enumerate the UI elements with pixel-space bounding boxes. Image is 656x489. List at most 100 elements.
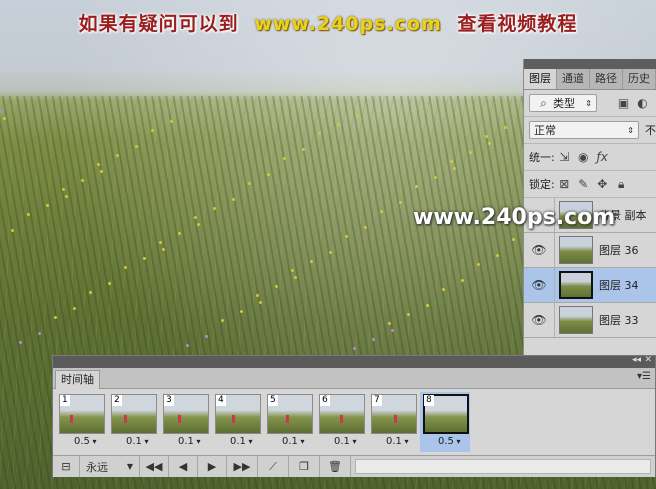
flower (345, 235, 348, 238)
animation-frame[interactable]: 6 0.1 (316, 392, 366, 452)
flower (116, 154, 119, 157)
layer-row[interactable]: 👁︎ 图层 36 (524, 233, 656, 268)
flower (399, 201, 402, 204)
layer-name: 图层 34 (599, 279, 639, 292)
flower (450, 160, 453, 163)
flower (108, 282, 111, 285)
search-icon: ⌕ (540, 95, 547, 110)
flower (162, 248, 165, 251)
flower (337, 123, 340, 126)
flower (186, 344, 189, 347)
filter-kind-select[interactable]: ⌕ 类型 ⇕ (529, 94, 597, 112)
unify-position-icon[interactable]: ⇲ (558, 150, 571, 164)
previous-frame-button[interactable]: ◀ (169, 456, 198, 477)
figure-in-thumbnail (340, 415, 343, 423)
flower (213, 207, 216, 210)
blend-mode-select[interactable]: 正常 ⇕ (529, 121, 639, 139)
frame-delay-select[interactable]: 0.1 (386, 436, 408, 447)
flower (19, 341, 22, 344)
animation-frame[interactable]: 3 0.1 (160, 392, 210, 452)
flower (124, 266, 127, 269)
timeline-grip[interactable]: ◂◂ ✕ (53, 355, 655, 368)
animation-frame[interactable]: 2 0.1 (108, 392, 158, 452)
play-button[interactable]: ▶ (198, 456, 227, 477)
frame-number: 3 (164, 395, 174, 406)
tab-layers[interactable]: 图层 (524, 69, 557, 89)
tab-channels[interactable]: 通道 (557, 69, 590, 89)
lock-all-icon[interactable]: 🔒︎ (615, 177, 628, 191)
layer-row-selected[interactable]: 👁︎ 图层 34 (524, 268, 656, 303)
layer-row[interactable]: 👁︎ 图层 33 (524, 303, 656, 338)
site-watermark: www.240ps.com (413, 205, 616, 230)
delete-frame-button[interactable]: 🗑︎ (320, 456, 351, 477)
layer-thumbnail (559, 306, 593, 334)
convert-timeline-icon[interactable]: ⊟ (53, 456, 80, 477)
timeline-scrollbar[interactable] (355, 459, 651, 474)
adjustment-filter-icon[interactable]: ◐ (636, 96, 649, 110)
flower (415, 185, 418, 188)
animation-frame[interactable]: 4 0.1 (212, 392, 262, 452)
frame-number: 2 (112, 395, 122, 406)
unify-style-icon[interactable]: ƒx (596, 150, 609, 164)
layer-name: 图层 33 (599, 314, 639, 327)
frame-delay-select[interactable]: 0.5 (438, 436, 460, 447)
frame-delay-select[interactable]: 0.1 (178, 436, 200, 447)
flower (504, 126, 507, 129)
flower (469, 151, 472, 154)
unify-visibility-icon[interactable]: ◉ (577, 150, 590, 164)
flower (159, 241, 162, 244)
frame-delay-select[interactable]: 0.1 (126, 436, 148, 447)
flower (38, 332, 41, 335)
tween-button[interactable]: ⟋ (258, 456, 289, 477)
collapse-icon[interactable]: ◂◂ (632, 355, 641, 365)
duplicate-frame-button[interactable]: ❐ (289, 456, 320, 477)
close-icon[interactable]: ✕ (644, 355, 652, 365)
figure-in-thumbnail (124, 415, 127, 423)
flower (46, 204, 49, 207)
flower (318, 132, 321, 135)
opacity-label: 不 (645, 124, 656, 137)
figure-in-thumbnail (232, 415, 235, 423)
next-frame-button[interactable]: ▶▶ (227, 456, 258, 477)
animation-frame[interactable]: 1 0.5 (56, 392, 106, 452)
timeline-controls: ⊟ 永远 ▼ ◀◀ ◀ ▶ ▶▶ ⟋ ❐ 🗑︎ (53, 455, 655, 477)
unify-row: 统一: ⇲ ◉ ƒx (524, 144, 656, 171)
flower (496, 254, 499, 257)
tab-timeline[interactable]: 时间轴 (55, 370, 100, 389)
flower (434, 176, 437, 179)
first-frame-button[interactable]: ◀◀ (140, 456, 169, 477)
tab-history[interactable]: 历史 (623, 69, 656, 89)
eye-icon[interactable]: 👁︎ (524, 303, 555, 337)
stepper-icon: ⇕ (585, 98, 592, 108)
eye-icon[interactable]: 👁︎ (524, 268, 555, 302)
tab-paths[interactable]: 路径 (590, 69, 623, 89)
layers-panel-grip[interactable] (524, 59, 656, 69)
lock-move-icon[interactable]: ✥ (596, 177, 609, 191)
animation-frame-selected[interactable]: 8 0.5 (420, 392, 470, 452)
image-filter-icon[interactable]: ▣ (617, 96, 630, 110)
frame-delay-select[interactable]: 0.1 (282, 436, 304, 447)
flower (488, 142, 491, 145)
flower (310, 260, 313, 263)
lock-paint-icon[interactable]: ✎ (577, 177, 590, 191)
flower (485, 135, 488, 138)
flower (294, 276, 297, 279)
figure-in-thumbnail (394, 415, 397, 423)
eye-icon[interactable]: 👁︎ (524, 233, 555, 267)
flower (275, 285, 278, 288)
panel-menu-icon[interactable]: ▾☰ (637, 371, 651, 382)
frame-delay-select[interactable]: 0.1 (230, 436, 252, 447)
animation-frame[interactable]: 5 0.1 (264, 392, 314, 452)
layers-panel-tabs: 图层 通道 路径 历史 (524, 69, 656, 90)
animation-frame[interactable]: 7 0.1 (368, 392, 418, 452)
loop-value: 永远 (86, 460, 108, 474)
frame-delay-select[interactable]: 0.1 (334, 436, 356, 447)
loop-select[interactable]: 永远 ▼ (80, 456, 140, 477)
flower (364, 226, 367, 229)
flower (97, 163, 100, 166)
flower (205, 335, 208, 338)
frame-delay-select[interactable]: 0.5 (74, 436, 96, 447)
flower (291, 269, 294, 272)
lock-transparent-icon[interactable]: ⊠ (558, 177, 571, 191)
flower (170, 120, 173, 123)
